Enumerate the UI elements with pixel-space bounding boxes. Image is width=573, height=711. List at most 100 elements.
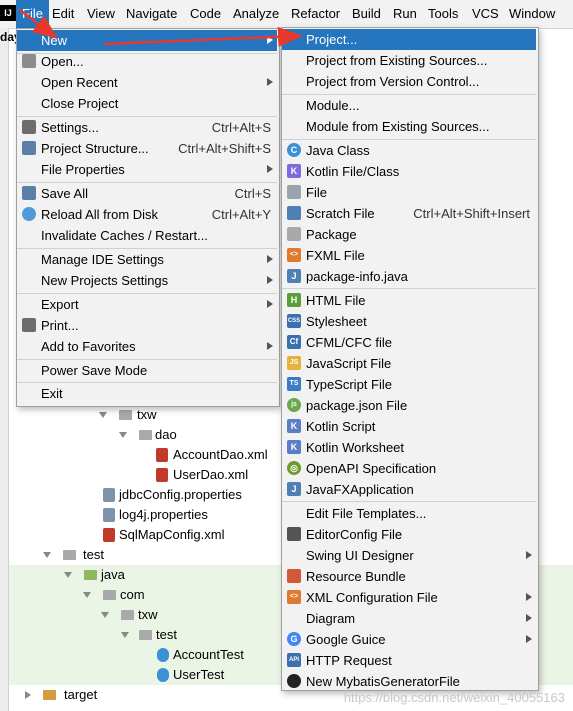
file-menu-open-recent[interactable]: Open Recent	[17, 72, 277, 93]
source-folder-icon	[84, 570, 97, 580]
new-menu-project[interactable]: Project...	[282, 29, 536, 50]
file-menu-open[interactable]: Open...	[17, 51, 277, 72]
expand-arrow-icon[interactable]	[101, 612, 109, 618]
menu-item-label: Print...	[41, 318, 79, 333]
new-menu-kotlin-file[interactable]: K Kotlin File/Class	[282, 161, 536, 182]
new-menu-module-existing-sources[interactable]: Module from Existing Sources...	[282, 116, 536, 137]
file-menu-project-structure[interactable]: Project Structure... Ctrl+Alt+Shift+S	[17, 138, 277, 159]
menu-item-label: Kotlin Worksheet	[306, 440, 405, 455]
new-menu-cfml-file[interactable]: Cf CFML/CFC file	[282, 332, 536, 353]
new-menu-swing-ui-designer[interactable]: Swing UI Designer	[282, 545, 536, 566]
new-menu-google-guice[interactable]: G Google Guice	[282, 629, 536, 650]
new-menu-scratch-file[interactable]: Scratch File Ctrl+Alt+Shift+Insert	[282, 203, 536, 224]
new-menu-kotlin-script[interactable]: K Kotlin Script	[282, 416, 536, 437]
menu-item-label: New	[41, 33, 68, 48]
menu-item-label: Kotlin File/Class	[306, 164, 400, 179]
new-menu-openapi[interactable]: ◎ OpenAPI Specification	[282, 458, 536, 479]
file-menu-invalidate-caches[interactable]: Invalidate Caches / Restart...	[17, 225, 277, 246]
new-menu-html-file[interactable]: H HTML File	[282, 290, 536, 311]
expand-arrow-icon[interactable]	[43, 552, 51, 558]
menu-window[interactable]: Window	[503, 0, 561, 28]
new-menu-xml-configuration[interactable]: <> XML Configuration File	[282, 587, 536, 608]
tree-row-label: com	[120, 587, 145, 602]
new-menu-project-vcs[interactable]: Project from Version Control...	[282, 71, 536, 92]
menu-item-label: Package	[306, 227, 357, 242]
openapi-icon: ◎	[287, 461, 301, 475]
file-menu: New Open... Open Recent Close Project Se…	[16, 28, 280, 407]
expand-arrow-icon[interactable]	[121, 632, 129, 638]
file-menu-exit[interactable]: Exit	[17, 383, 277, 404]
submenu-arrow-icon	[526, 551, 532, 559]
package-icon	[139, 630, 152, 640]
file-menu-export[interactable]: Export	[17, 294, 277, 315]
shortcut-label: Ctrl+Alt+Y	[211, 207, 271, 222]
menu-item-label: Swing UI Designer	[306, 548, 414, 563]
file-menu-manage-ide-settings[interactable]: Manage IDE Settings	[17, 249, 277, 270]
menu-item-label: New Projects Settings	[41, 273, 169, 288]
expand-arrow-icon[interactable]	[64, 572, 72, 578]
file-menu-settings[interactable]: Settings... Ctrl+Alt+S	[17, 117, 277, 138]
menu-item-label: Project...	[306, 32, 358, 47]
new-menu-package-info[interactable]: J package-info.java	[282, 266, 536, 287]
new-menu-diagram[interactable]: Diagram	[282, 608, 536, 629]
expand-arrow-icon[interactable]	[99, 412, 107, 418]
menu-analyze[interactable]: Analyze	[227, 0, 285, 28]
menu-item-label: Diagram	[306, 611, 356, 626]
menu-item-label: Power Save Mode	[41, 363, 148, 378]
new-menu-kotlin-worksheet[interactable]: K Kotlin Worksheet	[282, 437, 536, 458]
package-icon	[103, 590, 116, 600]
tree-row-label: target	[64, 687, 98, 702]
menu-item-label: JavaFXApplication	[306, 482, 414, 497]
new-menu-javascript-file[interactable]: JS JavaScript File	[282, 353, 536, 374]
file-menu-reload[interactable]: Reload All from Disk Ctrl+Alt+Y	[17, 204, 277, 225]
file-menu-add-to-favorites[interactable]: Add to Favorites	[17, 336, 277, 357]
new-menu-edit-file-templates[interactable]: Edit File Templates...	[282, 503, 536, 524]
menu-item-label: Resource Bundle	[306, 569, 406, 584]
new-menu-mybatis-generator[interactable]: New MybatisGeneratorFile	[282, 671, 536, 692]
nodejs-icon: js	[287, 398, 301, 412]
wrench-icon	[22, 120, 36, 134]
new-menu-resource-bundle[interactable]: Resource Bundle	[282, 566, 536, 587]
file-menu-save-all[interactable]: Save All Ctrl+S	[17, 183, 277, 204]
new-menu-project-existing-sources[interactable]: Project from Existing Sources...	[282, 50, 536, 71]
new-menu-file[interactable]: File	[282, 182, 536, 203]
expand-arrow-icon[interactable]	[83, 592, 91, 598]
expand-arrow-icon[interactable]	[119, 432, 127, 438]
new-menu-editorconfig[interactable]: EditorConfig File	[282, 524, 536, 545]
file-menu-new[interactable]: New	[17, 30, 277, 51]
menu-item-label: Settings...	[41, 120, 99, 135]
excluded-folder-icon	[43, 690, 56, 700]
file-menu-print[interactable]: Print...	[17, 315, 277, 336]
collapse-arrow-icon[interactable]	[25, 691, 31, 699]
menu-navigate[interactable]: Navigate	[120, 0, 183, 28]
file-menu-file-properties[interactable]: File Properties	[17, 159, 277, 180]
menu-view[interactable]: View	[81, 0, 121, 28]
new-menu-fxml-file[interactable]: <> FXML File	[282, 245, 536, 266]
tree-row-label: UserDao.xml	[173, 467, 249, 482]
submenu-arrow-icon	[267, 342, 273, 350]
menu-tools[interactable]: Tools	[422, 0, 464, 28]
file-menu-power-save-mode[interactable]: Power Save Mode	[17, 360, 277, 381]
file-menu-new-projects-settings[interactable]: New Projects Settings	[17, 270, 277, 291]
new-menu-http-request[interactable]: API HTTP Request	[282, 650, 536, 671]
menu-build[interactable]: Build	[346, 0, 387, 28]
menu-code[interactable]: Code	[184, 0, 227, 28]
tool-window-strip[interactable]	[0, 28, 9, 711]
new-menu-module[interactable]: Module...	[282, 95, 536, 116]
menu-file[interactable]: File	[16, 0, 49, 28]
new-menu-stylesheet[interactable]: CSS Stylesheet	[282, 311, 536, 332]
new-menu-javafx-application[interactable]: J JavaFXApplication	[282, 479, 536, 500]
new-menu-java-class[interactable]: C Java Class	[282, 140, 536, 161]
menu-edit[interactable]: Edit	[46, 0, 80, 28]
new-menu-typescript-file[interactable]: TS TypeScript File	[282, 374, 536, 395]
file-menu-close-project[interactable]: Close Project	[17, 93, 277, 114]
menu-item-label: Stylesheet	[306, 314, 367, 329]
new-menu-package-json[interactable]: js package.json File	[282, 395, 536, 416]
new-menu-package[interactable]: Package	[282, 224, 536, 245]
menu-refactor[interactable]: Refactor	[285, 0, 346, 28]
mybatis-icon	[287, 674, 301, 688]
scratch-file-icon	[287, 206, 301, 220]
menu-vcs[interactable]: VCS	[466, 0, 505, 28]
menu-run[interactable]: Run	[387, 0, 423, 28]
submenu-arrow-icon	[267, 165, 273, 173]
